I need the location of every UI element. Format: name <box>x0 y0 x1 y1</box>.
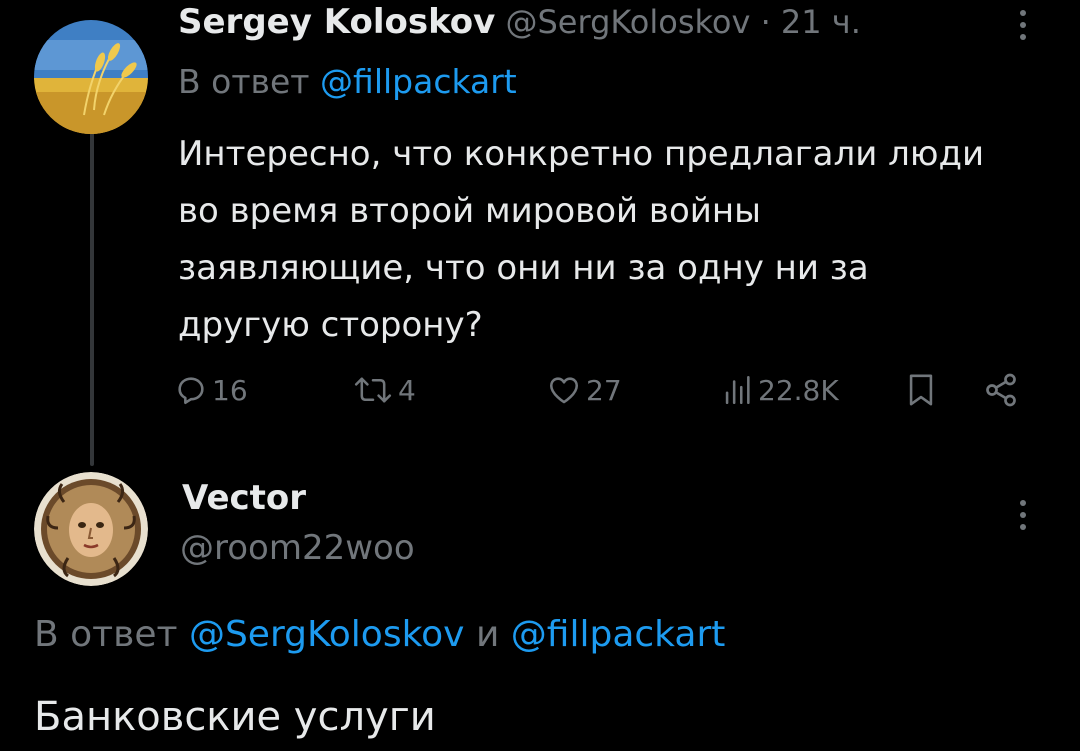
reply-mention[interactable]: @fillpackart <box>320 62 517 101</box>
share-button[interactable] <box>982 362 1020 418</box>
author-avatar[interactable] <box>34 20 148 134</box>
tweet-text: Интересно, что конкретно предлагали люди… <box>178 126 1058 354</box>
tweet-header: Sergey Koloskov @SergKoloskov · 21 ч. <box>178 2 861 42</box>
reply-context: В ответ @fillpackart <box>178 62 517 101</box>
more-options-icon[interactable] <box>1018 500 1028 530</box>
tweet-text-line: во время второй мировой войны <box>178 191 761 231</box>
wheat-field-avatar-icon <box>34 20 148 134</box>
like-button[interactable]: 27 <box>546 362 622 418</box>
tweet-time[interactable]: 21 ч. <box>781 3 861 41</box>
author-name[interactable]: Vector <box>182 478 306 518</box>
repost-count: 4 <box>398 373 416 407</box>
like-count: 27 <box>586 373 622 407</box>
reply-context: В ответ @SergKoloskov и @fillpackart <box>34 614 725 655</box>
tweet-text: Банковские услуги <box>34 694 436 740</box>
tweet-text-line: заявляющие, что они ни за одну ни за <box>178 248 869 288</box>
author-avatar[interactable] <box>34 472 148 586</box>
tweet-text-line: Интересно, что конкретно предлагали люди <box>178 134 985 174</box>
bookmark-button[interactable] <box>904 362 938 418</box>
header-separator: · <box>760 3 771 41</box>
view-count: 22.8K <box>758 373 839 407</box>
bookmark-icon <box>909 374 933 406</box>
reply-icon <box>178 377 204 405</box>
reply-mention[interactable]: @SergKoloskov <box>189 614 465 655</box>
views-chart-icon <box>725 375 750 405</box>
author-handle[interactable]: @room22woo <box>180 528 415 568</box>
share-icon <box>986 373 1016 407</box>
thread-line <box>90 122 94 466</box>
repost-icon <box>354 377 392 403</box>
more-options-icon[interactable] <box>1018 10 1028 40</box>
action-bar: 16 4 27 22.8K <box>172 362 1032 418</box>
reply-mention[interactable]: @fillpackart <box>511 614 726 655</box>
medusa-mosaic-avatar-icon <box>34 472 148 586</box>
views-button[interactable]: 22.8K <box>720 362 839 418</box>
reply-button[interactable]: 16 <box>174 362 248 418</box>
author-name[interactable]: Sergey Koloskov <box>178 2 495 42</box>
author-handle[interactable]: @SergKoloskov <box>505 3 750 41</box>
repost-button[interactable]: 4 <box>352 362 416 418</box>
reply-joiner: и <box>475 614 500 655</box>
heart-icon <box>549 377 579 404</box>
reply-prefix: В ответ <box>178 62 310 101</box>
reply-count: 16 <box>212 373 248 407</box>
tweet-text-line: другую сторону? <box>178 305 483 345</box>
reply-prefix: В ответ <box>34 614 178 655</box>
